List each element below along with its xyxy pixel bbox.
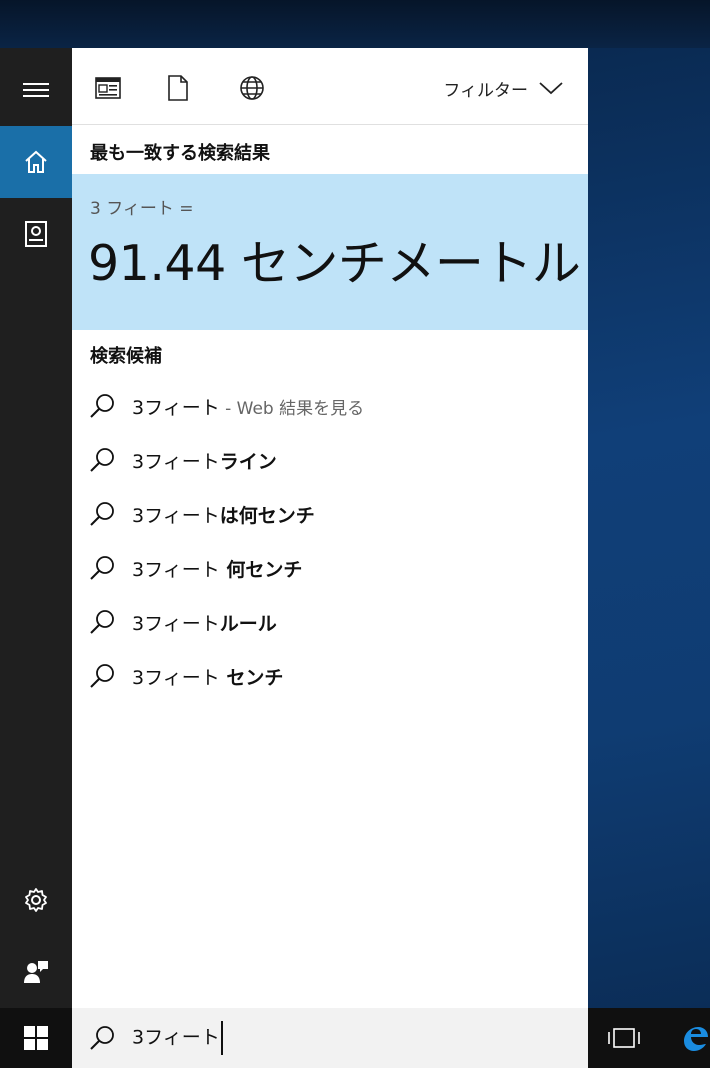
start-button[interactable] — [0, 1008, 72, 1068]
suggestion-text: 3フィートライン — [132, 447, 277, 474]
taskbar: 3フィート — [0, 1008, 710, 1068]
task-view-button[interactable] — [602, 1022, 646, 1054]
suggestion-completion: センチ — [219, 666, 284, 689]
news-filter-button[interactable] — [94, 74, 122, 102]
edge-browser-button[interactable] — [680, 1018, 710, 1058]
notebook-icon — [25, 221, 47, 247]
conversion-answer: 91.44 センチメートル — [88, 235, 581, 292]
home-button[interactable] — [0, 126, 72, 198]
globe-icon — [240, 76, 264, 100]
feedback-icon — [24, 961, 48, 983]
best-match-heading: 最も一致する検索結果 — [90, 143, 270, 164]
suggestion-item[interactable]: 3フィート センチ — [72, 649, 588, 703]
suggestion-completion: ライン — [219, 450, 277, 473]
suggestion-prefix: 3フィート — [132, 396, 220, 419]
news-icon — [95, 77, 121, 99]
suggestion-prefix: 3フィート — [132, 558, 220, 581]
text-caret — [220, 1021, 223, 1055]
search-icon — [88, 662, 122, 690]
notebook-button[interactable] — [0, 198, 72, 270]
suggestion-web-hint: - Web 結果を見る — [219, 398, 365, 419]
edge-icon — [684, 1027, 708, 1051]
suggestion-item[interactable]: 3フィート - Web 結果を見る — [72, 379, 588, 433]
documents-filter-button[interactable] — [164, 74, 192, 102]
gear-icon — [25, 888, 47, 912]
task-view-icon — [608, 1028, 640, 1048]
settings-button[interactable] — [0, 864, 72, 936]
suggestion-item[interactable]: 3フィートは何センチ — [72, 487, 588, 541]
search-icon — [88, 1024, 122, 1052]
search-icon — [88, 446, 122, 474]
desktop-background-top — [0, 0, 710, 48]
search-icon — [88, 554, 122, 582]
document-icon — [168, 75, 188, 101]
suggestions-heading: 検索候補 — [90, 346, 162, 367]
suggestion-item[interactable]: 3フィート 何センチ — [72, 541, 588, 595]
search-icon — [88, 608, 122, 636]
suggestion-item[interactable]: 3フィートライン — [72, 433, 588, 487]
hamburger-icon — [23, 83, 49, 97]
home-icon — [25, 150, 47, 173]
windows-logo-icon — [24, 1026, 48, 1050]
suggestion-text: 3フィート 何センチ — [132, 555, 302, 582]
suggestion-completion: 何センチ — [219, 558, 303, 581]
desktop-background-right — [588, 48, 710, 1008]
menu-button[interactable] — [0, 54, 72, 126]
cortana-rail — [0, 48, 72, 1008]
suggestion-text: 3フィートルール — [132, 609, 277, 636]
web-filter-button[interactable] — [238, 74, 266, 102]
search-icon — [88, 500, 122, 528]
filter-dropdown[interactable]: フィルター — [443, 76, 564, 101]
suggestion-completion: ルール — [219, 612, 277, 635]
conversion-query: 3 フィート = — [90, 199, 194, 219]
search-input-text: 3フィート — [132, 1026, 220, 1049]
suggestion-prefix: 3フィート — [132, 612, 220, 635]
best-match-card[interactable]: 3 フィート = 91.44 センチメートル — [72, 174, 588, 330]
suggestion-prefix: 3フィート — [132, 504, 220, 527]
suggestion-text: 3フィート - Web 結果を見る — [132, 393, 364, 420]
search-toolbar: フィルター — [72, 48, 588, 125]
search-icon — [88, 392, 122, 420]
suggestion-text: 3フィート センチ — [132, 663, 283, 690]
suggestion-completion: は何センチ — [219, 504, 315, 527]
search-box[interactable]: 3フィート — [72, 1008, 588, 1068]
feedback-button[interactable] — [0, 936, 72, 1008]
suggestion-prefix: 3フィート — [132, 450, 220, 473]
chevron-down-icon — [539, 82, 563, 95]
filter-label: フィルター — [443, 80, 528, 101]
suggestion-text: 3フィートは何センチ — [132, 501, 315, 528]
search-input[interactable]: 3フィート — [132, 1021, 223, 1055]
search-panel: フィルター 最も一致する検索結果 3 フィート = 91.44 センチメートル … — [72, 48, 588, 1008]
suggestion-item[interactable]: 3フィートルール — [72, 595, 588, 649]
suggestion-prefix: 3フィート — [132, 666, 220, 689]
